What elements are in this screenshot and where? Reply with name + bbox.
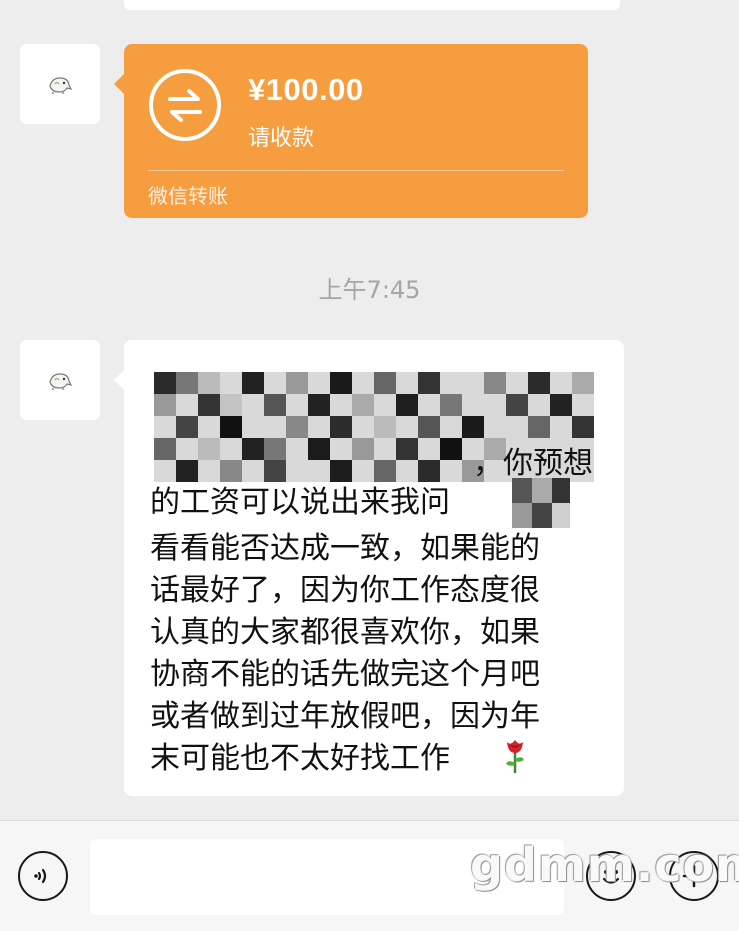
transfer-card[interactable]: ¥100.00 请收款 微信转账: [114, 44, 588, 218]
message-text-line: 或者做到过年放假吧，因为年: [150, 699, 540, 734]
chat-input-bar: [0, 820, 739, 931]
message-input[interactable]: [90, 839, 564, 915]
message-timestamp: 上午7:45: [318, 276, 421, 304]
avatar-image: [49, 373, 73, 390]
message-text-line: 末可能也不太好找工作: [150, 741, 450, 776]
voice-input-button[interactable]: [18, 851, 68, 901]
message-text-line: 协商不能的话先做完这个月吧: [150, 657, 540, 692]
avatar-image: [49, 77, 73, 94]
message-text-line: ，你预想: [473, 446, 593, 481]
message-text-line: 话最好了，因为你工作态度很: [150, 573, 540, 608]
message-text-line: 看看能否达成一致，如果能的: [150, 531, 540, 566]
plus-icon: [682, 864, 706, 888]
emoji-button[interactable]: [586, 851, 636, 901]
emoji-icon: [602, 870, 620, 884]
transfer-status: 请收款: [248, 126, 315, 151]
transfer-footer-label: 微信转账: [148, 184, 228, 208]
message-text-line: 认真的大家都很喜欢你，如果: [150, 615, 540, 650]
rose-emoji: [506, 740, 524, 773]
transfer-arrows-icon: [149, 69, 221, 141]
avatar[interactable]: [20, 340, 100, 420]
transfer-amount: ¥100.00: [248, 72, 364, 107]
message-text-line: 的工资可以说出来我问: [150, 485, 450, 520]
pixelated-redaction: [512, 478, 570, 528]
card-divider: [148, 170, 564, 171]
voice-icon: [34, 868, 47, 884]
avatar[interactable]: [20, 44, 100, 124]
previous-message-bubble[interactable]: [124, 0, 620, 10]
more-options-button[interactable]: [669, 851, 719, 901]
